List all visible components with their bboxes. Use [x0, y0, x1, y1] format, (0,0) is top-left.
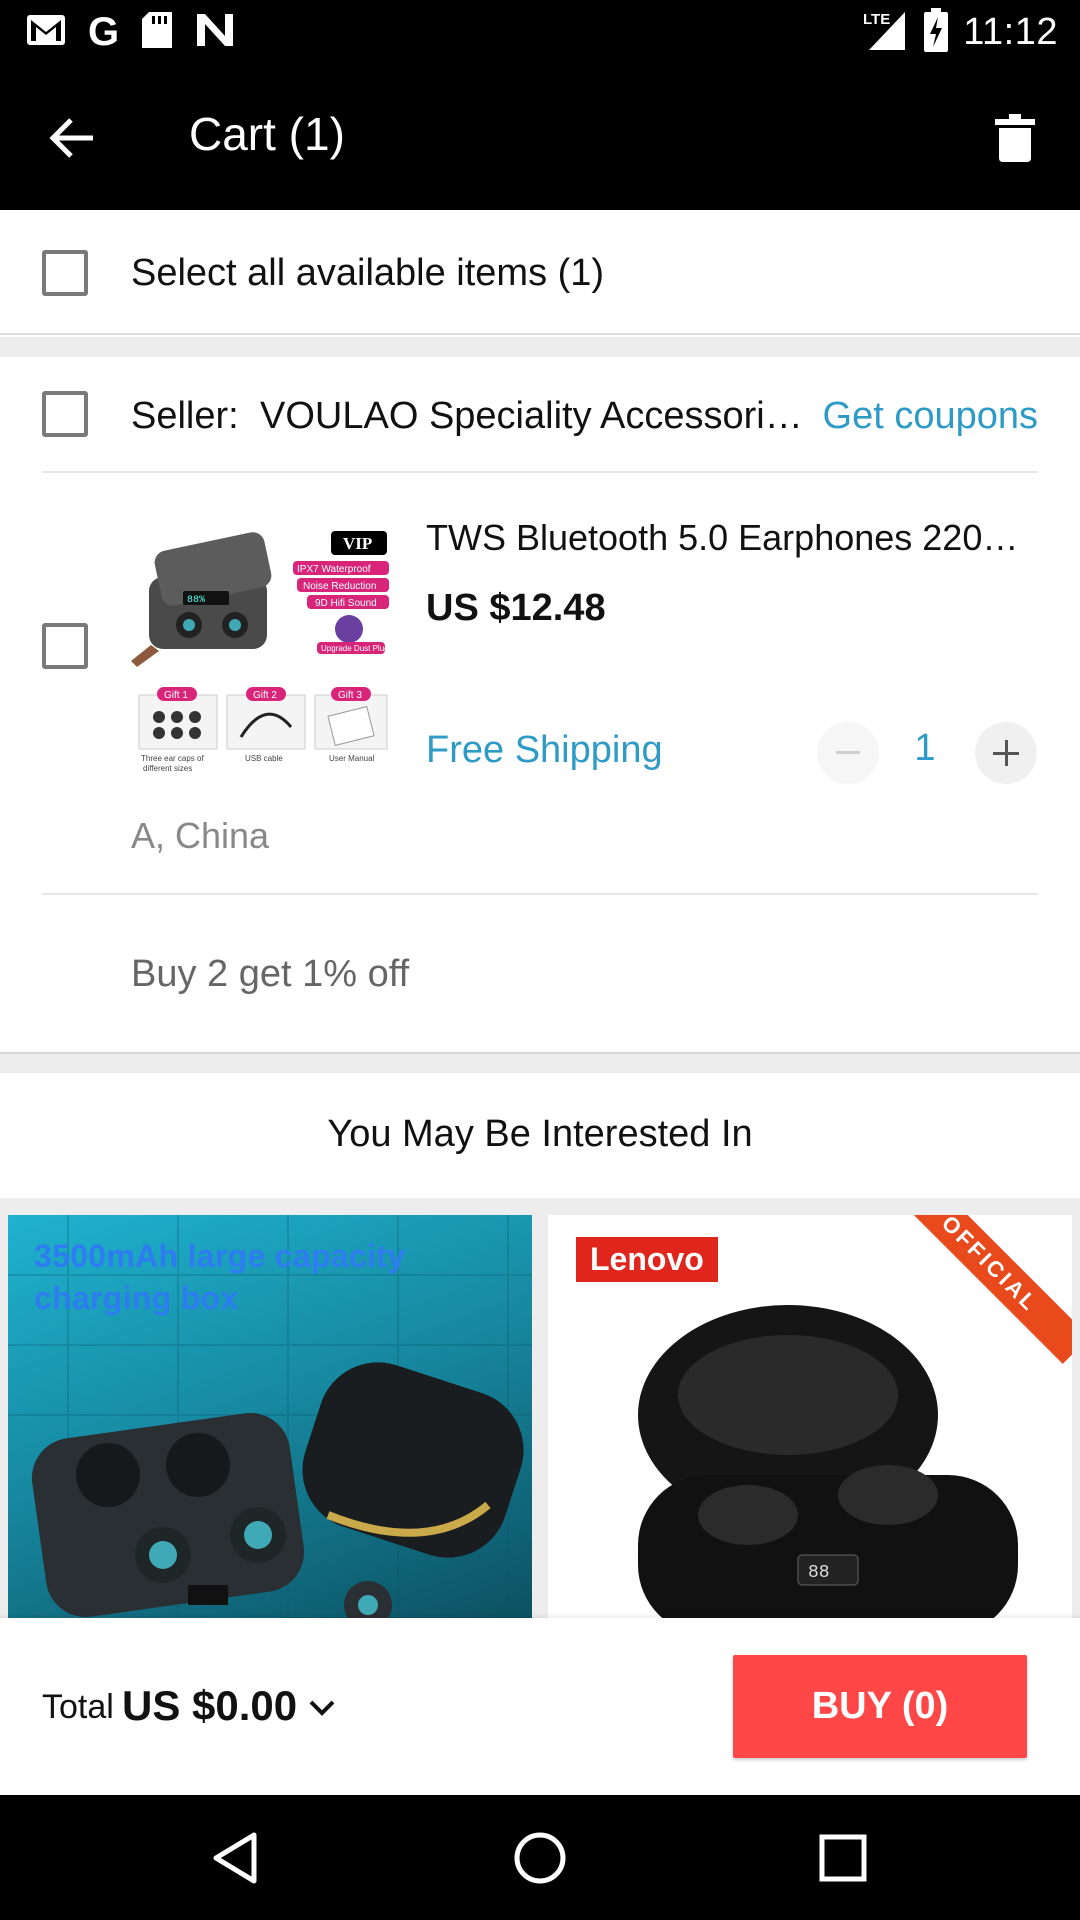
recommendations-grid: 3500mAh large capacity charging box 88 L… — [0, 1198, 1080, 1618]
back-button[interactable] — [38, 103, 108, 173]
chevron-down-icon — [309, 1700, 335, 1716]
nav-back-button[interactable] — [202, 1825, 268, 1891]
nav-recents-button[interactable] — [810, 1825, 876, 1891]
svg-text:88: 88 — [808, 1563, 830, 1583]
lte-signal-icon: LTE — [861, 8, 909, 57]
notification-icons: G — [26, 10, 235, 54]
item-checkbox[interactable] — [42, 623, 88, 669]
recommended-product-card[interactable]: 88 Lenovo OFFICIAL — [548, 1215, 1072, 1618]
ship-from-label: A, China — [131, 815, 270, 856]
triangle-back-icon — [213, 1832, 257, 1884]
quantity-value: 1 — [914, 727, 936, 769]
seller-name[interactable]: VOULAO Speciality Accessories Store — [260, 395, 805, 438]
svg-text:9D Hifi Sound: 9D Hifi Sound — [315, 598, 377, 609]
recommended-product-caption: 3500mAh large capacity charging box — [34, 1235, 405, 1319]
status-bar: G LTE 11:12 — [0, 0, 1080, 63]
google-icon: G — [88, 9, 120, 54]
brand-logo: Lenovo — [576, 1237, 718, 1282]
shipping-info: Free Shipping — [426, 729, 663, 771]
navigation-bar — [0, 1795, 1080, 1920]
buy-button[interactable]: BUY (0) — [733, 1655, 1027, 1758]
select-all-checkbox[interactable] — [42, 250, 88, 296]
arrow-back-icon — [49, 118, 93, 158]
svg-text:Upgrade Dust Plug: Upgrade Dust Plug — [321, 644, 389, 653]
select-all-label: Select all available items (1) — [131, 252, 605, 294]
svg-text:IPX7 Waterproof: IPX7 Waterproof — [297, 564, 371, 575]
recommended-product-card[interactable]: 3500mAh large capacity charging box — [8, 1215, 532, 1618]
svg-text:Gift 1: Gift 1 — [164, 690, 188, 701]
quantity-decrease-button[interactable] — [817, 722, 879, 784]
total-details-toggle[interactable] — [302, 1688, 342, 1728]
svg-text:User Manual: User Manual — [329, 754, 375, 763]
section-gap — [0, 1052, 1080, 1073]
divider — [42, 893, 1038, 895]
plus-icon — [993, 740, 1019, 766]
svg-text:VIP: VIP — [343, 534, 372, 553]
select-all-row[interactable]: Select all available items (1) — [0, 210, 1080, 335]
product-price: US $12.48 — [426, 587, 606, 629]
svg-text:Gift 2: Gift 2 — [253, 690, 277, 701]
circle-home-icon — [514, 1832, 566, 1884]
product-image[interactable]: 88% VIP IPX7 Waterproof Noise Reduction … — [131, 527, 393, 777]
battery-charging-icon — [923, 7, 949, 57]
minus-icon — [836, 751, 860, 754]
checkout-bar: Total US $0.00 BUY (0) — [0, 1618, 1080, 1795]
quantity-increase-button[interactable] — [975, 722, 1037, 784]
svg-text:Three ear caps of: Three ear caps of — [141, 754, 204, 763]
svg-text:Noise Reduction: Noise Reduction — [303, 581, 376, 592]
promotion-text[interactable]: Buy 2 get 1% off — [131, 953, 409, 996]
caption-line: charging box — [34, 1280, 239, 1316]
section-gap — [0, 337, 1080, 357]
delete-button[interactable] — [980, 103, 1050, 173]
caption-line: 3500mAh large capacity — [34, 1238, 406, 1274]
trash-icon — [995, 114, 1035, 162]
app-bar: Cart (1) — [0, 63, 1080, 210]
get-coupons-link[interactable]: Get coupons — [823, 395, 1038, 438]
system-icons: LTE 11:12 — [861, 7, 1058, 57]
svg-text:Gift 3: Gift 3 — [338, 690, 362, 701]
page-title: Cart (1) — [189, 108, 345, 160]
total-amount[interactable]: US $0.00 — [122, 1682, 297, 1730]
recommendations-header: You May Be Interested In — [0, 1073, 1080, 1198]
divider — [42, 471, 1038, 473]
gmail-icon — [26, 14, 66, 51]
total-label: Total — [42, 1688, 114, 1726]
svg-text:different sizes: different sizes — [143, 764, 192, 773]
svg-text:88%: 88% — [187, 595, 205, 606]
svg-text:LTE: LTE — [863, 11, 890, 28]
n-app-icon — [195, 12, 235, 53]
store-card: Seller: VOULAO Speciality Accessories St… — [0, 357, 1080, 1052]
square-recents-icon — [819, 1834, 867, 1882]
svg-text:USB cable: USB cable — [245, 754, 283, 763]
product-title[interactable]: TWS Bluetooth 5.0 Earphones 2200mAh Char… — [426, 517, 1038, 559]
recommendations-title: You May Be Interested In — [327, 1113, 753, 1155]
sd-card-icon — [141, 11, 173, 54]
store-checkbox[interactable] — [42, 391, 88, 437]
seller-label: Seller: — [131, 395, 239, 437]
clock: 11:12 — [963, 10, 1058, 53]
nav-home-button[interactable] — [507, 1825, 573, 1891]
